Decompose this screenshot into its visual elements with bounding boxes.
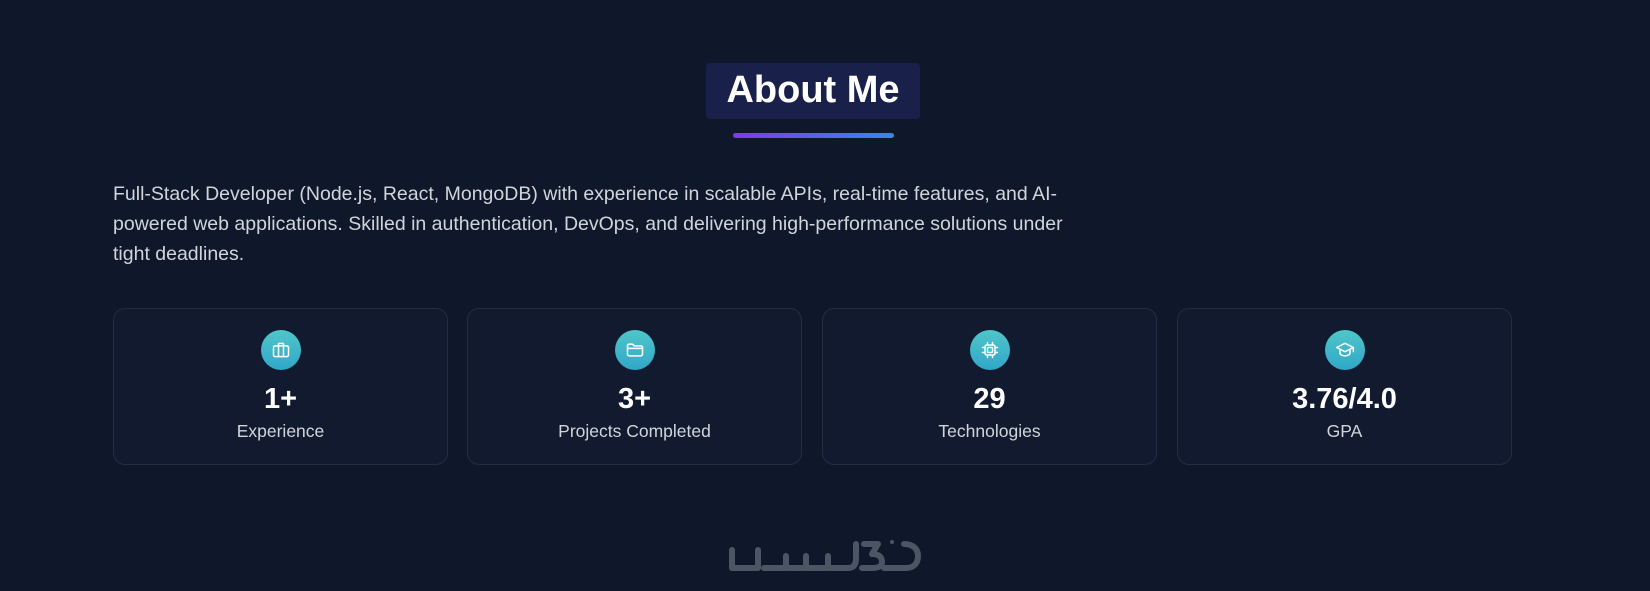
stat-card-experience: 1+ Experience xyxy=(113,308,448,465)
section-title: About Me xyxy=(706,63,920,119)
stat-card-technologies: 29 Technologies xyxy=(822,308,1157,465)
stat-label: GPA xyxy=(1326,421,1363,441)
bio-paragraph: Full-Stack Developer (Node.js, React, Mo… xyxy=(113,183,1063,265)
briefcase-icon xyxy=(261,330,301,370)
cpu-chip-icon xyxy=(970,330,1010,370)
stat-value: 29 xyxy=(973,383,1006,415)
stat-card-gpa: 3.76/4.0 GPA xyxy=(1177,308,1512,465)
folder-icon xyxy=(615,330,655,370)
stat-label: Technologies xyxy=(938,421,1041,441)
stat-value: 3+ xyxy=(617,383,652,415)
title-underline xyxy=(733,133,894,138)
stat-card-projects: 3+ Projects Completed xyxy=(467,308,802,465)
stat-value: 1+ xyxy=(263,383,298,415)
stat-value: 3.76/4.0 xyxy=(1292,383,1397,415)
stats-grid: 1+ Experience 3+ Projects Completed 29 T… xyxy=(113,308,1513,465)
about-section: About Me Full-Stack Developer (Node.js, … xyxy=(0,0,1650,591)
watermark-logo xyxy=(724,534,924,582)
stat-label: Projects Completed xyxy=(558,421,711,441)
stat-label: Experience xyxy=(236,421,325,441)
title-wrap: About Me xyxy=(0,63,1626,119)
graduation-cap-icon xyxy=(1325,330,1365,370)
